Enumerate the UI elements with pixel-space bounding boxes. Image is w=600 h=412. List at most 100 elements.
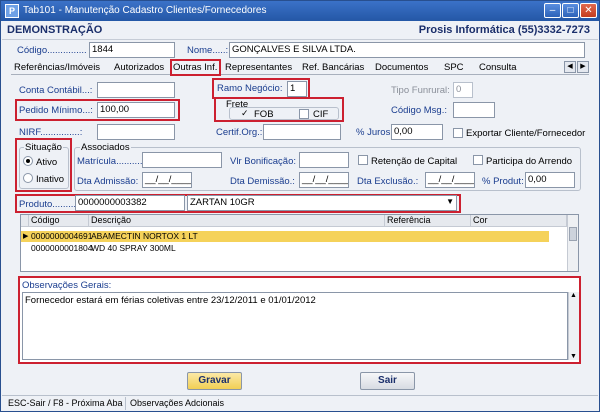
table-row[interactable]: 0000000001804 WD 40 SPRAY 300ML: [21, 243, 549, 254]
produto-name-value: ZARTAN 10GR: [190, 197, 255, 208]
exportar-checkbox[interactable]: [453, 128, 463, 138]
dta-demissao-label: Dta Demissão.:: [230, 176, 295, 187]
dta-exclusao-field[interactable]: __/__/____: [425, 172, 475, 188]
vlr-bonificacao-label: Vlr Bonificação:: [230, 156, 297, 167]
retencao-label: Retenção de Capital: [371, 156, 458, 167]
products-grid: Código Descrição Referência Cor ▶ 000000…: [20, 214, 579, 272]
dta-admissao-label: Dta Admissão:: [77, 176, 139, 187]
grid-col-referencia[interactable]: Referência: [385, 215, 471, 227]
observacoes-scrollbar[interactable]: ▲ ▼: [568, 292, 579, 360]
tab-scroll-left-icon[interactable]: ◀: [564, 61, 576, 73]
tab-representantes[interactable]: Representantes: [225, 61, 292, 75]
fob-check-icon[interactable]: ✓: [241, 108, 249, 119]
tab-bar: Referências/Imóveis Autorizados Outras I…: [11, 61, 589, 75]
inativo-label: Inativo: [36, 174, 64, 185]
grid-scrollbar[interactable]: [567, 215, 578, 271]
dta-exclusao-label: Dta Exclusão.:: [357, 176, 419, 187]
participa-checkbox[interactable]: [473, 155, 483, 165]
gravar-button[interactable]: Gravar: [187, 372, 242, 390]
cif-label: CIF: [313, 109, 329, 120]
row-descricao: ABAMECTIN NORTOX 1 LT: [91, 231, 198, 241]
retencao-checkbox[interactable]: [358, 155, 368, 165]
ativo-radio[interactable]: [23, 156, 33, 166]
company-name: DEMONSTRAÇÃO: [7, 24, 103, 36]
status-separator: [125, 397, 126, 410]
row-pointer-icon: ▶: [23, 233, 29, 240]
codigo-msg-field[interactable]: [453, 102, 495, 118]
pedido-minimo-field[interactable]: 100,00: [97, 102, 175, 118]
fob-label: FOB: [254, 109, 274, 120]
conta-contabil-field[interactable]: [97, 82, 175, 98]
row-codigo: 0000000001804: [31, 243, 93, 253]
row-descricao: WD 40 SPRAY 300ML: [91, 243, 176, 253]
exportar-label: Exportar Cliente/Fornecedor: [466, 128, 586, 139]
header-bar: DEMONSTRAÇÃO Prosis Informática (55)3332…: [2, 22, 598, 40]
produto-name-field[interactable]: ZARTAN 10GR ▼: [187, 195, 457, 211]
grid-col-descricao[interactable]: Descrição: [89, 215, 385, 227]
ramo-negocio-label: Ramo Negócio:: [217, 83, 283, 94]
tab-spc[interactable]: SPC: [444, 61, 464, 75]
nome-label: Nome.....:: [187, 45, 229, 56]
tab-referencias-imoveis[interactable]: Referências/Imóveis: [14, 61, 100, 75]
observacoes-textarea[interactable]: Fornecedor estará em férias coletivas en…: [22, 292, 568, 360]
nirf-label: NIRF...............:: [19, 127, 83, 138]
scroll-down-icon[interactable]: ▼: [570, 353, 577, 360]
sair-button[interactable]: Sair: [360, 372, 415, 390]
main-window: P Tab101 - Manutenção Cadastro Clientes/…: [0, 0, 600, 412]
title-bar: P Tab101 - Manutenção Cadastro Clientes/…: [1, 1, 599, 21]
table-row[interactable]: ▶ 0000000004691 ABAMECTIN NORTOX 1 LT: [21, 231, 549, 242]
tab-documentos[interactable]: Documentos: [375, 61, 428, 75]
dta-demissao-field[interactable]: __/__/____: [299, 172, 349, 188]
grid-col-cor[interactable]: Cor: [471, 215, 567, 227]
certif-org-field[interactable]: [263, 124, 341, 140]
codigo-label: Código...............: [17, 45, 87, 56]
nome-field[interactable]: GONÇALVES E SILVA LTDA.: [229, 42, 585, 58]
codigo-field[interactable]: 1844: [89, 42, 175, 58]
observacoes-text: Fornecedor estará em férias coletivas en…: [25, 295, 316, 306]
dta-admissao-field[interactable]: __/__/____: [142, 172, 192, 188]
window-title: Tab101 - Manutenção Cadastro Clientes/Fo…: [23, 5, 267, 16]
participa-label: Participa do Arrendo: [486, 156, 573, 167]
dropdown-arrow-icon[interactable]: ▼: [446, 196, 454, 208]
status-info: Observações Adcionais: [130, 398, 225, 408]
tipo-funrural-label: Tipo Funrural:: [391, 85, 450, 96]
tab-consulta[interactable]: Consulta: [479, 61, 517, 75]
minimize-icon[interactable]: –: [544, 3, 561, 18]
ramo-negocio-field[interactable]: 1: [287, 81, 307, 97]
inativo-radio[interactable]: [23, 173, 33, 183]
app-icon: P: [5, 4, 19, 18]
nirf-field[interactable]: [97, 124, 175, 140]
maximize-icon[interactable]: □: [562, 3, 579, 18]
codigo-msg-label: Código Msg.:: [391, 105, 447, 116]
grid-scroll-thumb[interactable]: [569, 227, 577, 241]
tipo-funrural-field[interactable]: 0: [453, 82, 473, 98]
tab-scroll-right-icon[interactable]: ▶: [577, 61, 589, 73]
associados-label: Associados: [80, 142, 131, 153]
cif-checkbox[interactable]: [299, 109, 309, 119]
pedido-minimo-label: Pedido Mínimo...:: [19, 105, 93, 116]
produto-label: Produto.........: [19, 199, 77, 210]
produt-field[interactable]: 0,00: [525, 172, 575, 188]
scroll-up-icon[interactable]: ▲: [570, 292, 577, 299]
situacao-label: Situação: [24, 142, 63, 153]
juros-field[interactable]: 0,00: [391, 124, 443, 140]
grid-indicator-header: [21, 215, 29, 227]
observacoes-box: Observações Gerais: Fornecedor estará em…: [18, 276, 581, 364]
close-icon[interactable]: ✕: [580, 3, 597, 18]
matricula-label: Matrícula...........: [77, 156, 146, 167]
row-codigo: 0000000004691: [31, 231, 93, 241]
ativo-label: Ativo: [36, 157, 58, 168]
conta-contabil-label: Conta Contábil...:: [19, 85, 93, 96]
vendor-info: Prosis Informática (55)3332-7273: [418, 24, 590, 36]
juros-label: % Juros:: [356, 127, 393, 138]
produt-label: % Produt:: [482, 176, 524, 187]
vlr-bonificacao-field[interactable]: [299, 152, 349, 168]
observacoes-label: Observações Gerais:: [22, 280, 112, 291]
status-shortcuts: ESC-Sair / F8 - Próxima Aba: [8, 398, 123, 408]
produto-code-field[interactable]: 0000000003382: [75, 195, 185, 211]
matricula-field[interactable]: [142, 152, 222, 168]
tab-ref-bancarias[interactable]: Ref. Bancárias: [302, 61, 364, 75]
grid-col-codigo[interactable]: Código: [29, 215, 89, 227]
highlight-tab-outras-inf: [170, 59, 221, 76]
tab-autorizados[interactable]: Autorizados: [114, 61, 164, 75]
